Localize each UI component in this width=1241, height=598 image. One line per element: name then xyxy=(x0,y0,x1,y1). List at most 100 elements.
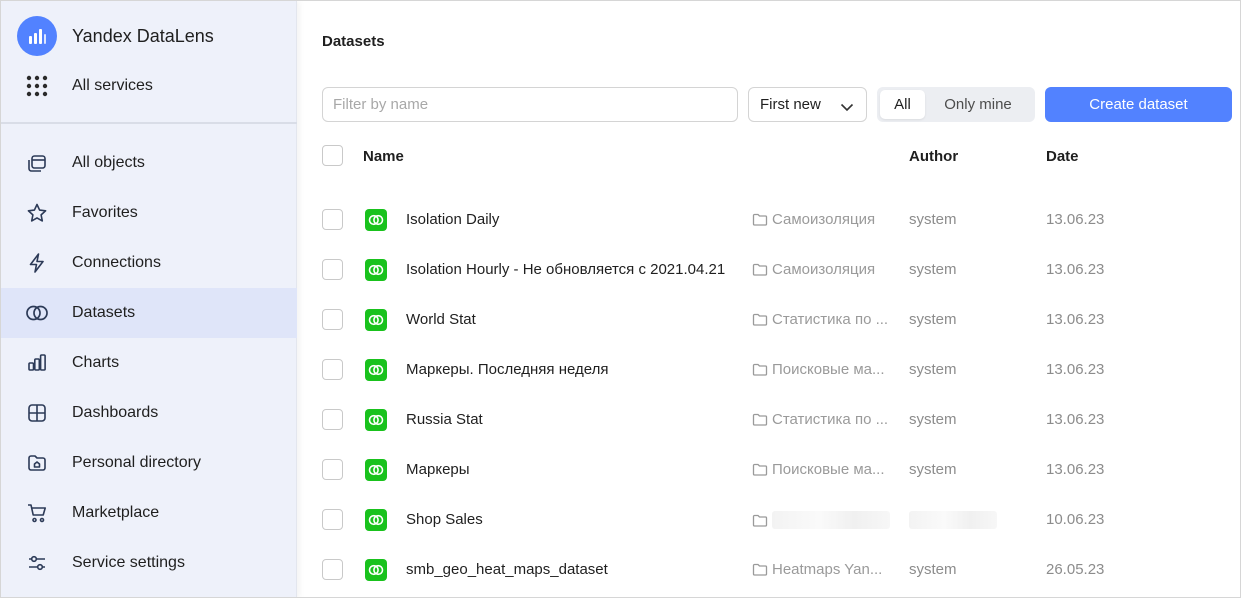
sidebar-item-label: Charts xyxy=(72,354,120,371)
author: system xyxy=(909,461,957,478)
folder-icon xyxy=(752,263,768,276)
dataset-name[interactable]: Shop Sales xyxy=(406,511,483,528)
folder-path[interactable] xyxy=(752,511,890,529)
datasets-table: Isolation Daily Самоизоляция system 13.0… xyxy=(297,195,1240,595)
sidebar-item-label: Dashboards xyxy=(72,404,159,421)
row-checkbox[interactable] xyxy=(322,259,343,280)
dataset-icon xyxy=(365,459,387,481)
brand[interactable]: Yandex DataLens xyxy=(17,16,214,56)
date: 13.06.23 xyxy=(1046,361,1105,378)
scope-only-mine-button[interactable]: Only mine xyxy=(925,90,1031,119)
sidebar-item-label: Personal directory xyxy=(72,454,201,471)
table-row[interactable]: Isolation Hourly - Не обновляется с 2021… xyxy=(297,245,1240,295)
star-icon xyxy=(23,199,51,227)
dataset-icon xyxy=(365,359,387,381)
folder-path[interactable]: Heatmaps Yan... xyxy=(752,561,890,578)
dataset-name[interactable]: smb_geo_heat_maps_dataset xyxy=(406,561,608,578)
dataset-icon xyxy=(365,509,387,531)
datasets-icon xyxy=(23,299,51,327)
dataset-name[interactable]: Маркеры. Последняя неделя xyxy=(406,361,609,378)
sidebar-nav: All objects Favorites Connections Datase… xyxy=(1,138,297,588)
table-row[interactable]: Isolation Daily Самоизоляция system 13.0… xyxy=(297,195,1240,245)
folder-icon xyxy=(752,413,768,426)
folder-icon xyxy=(752,213,768,226)
sidebar-item-all-objects[interactable]: All objects xyxy=(1,138,297,188)
date: 13.06.23 xyxy=(1046,411,1105,428)
column-header-name[interactable]: Name xyxy=(363,148,404,165)
folder-name: Статистика по ... xyxy=(772,311,889,328)
folder-path[interactable]: Статистика по ... xyxy=(752,411,890,428)
sidebar-item-label: Favorites xyxy=(72,204,138,221)
folder-path[interactable]: Поисковые ма... xyxy=(752,361,890,378)
author: system xyxy=(909,411,957,428)
create-dataset-button[interactable]: Create dataset xyxy=(1045,87,1232,122)
home-folder-icon xyxy=(23,449,51,477)
dataset-name[interactable]: Isolation Hourly - Не обновляется с 2021… xyxy=(406,261,725,278)
column-header-date[interactable]: Date xyxy=(1046,148,1079,165)
sliders-icon xyxy=(23,549,51,577)
all-services-button[interactable]: All services xyxy=(17,71,287,101)
sidebar-item-dashboards[interactable]: Dashboards xyxy=(1,388,297,438)
author: system xyxy=(909,311,957,328)
dataset-name[interactable]: Маркеры xyxy=(406,461,470,478)
author: system xyxy=(909,261,957,278)
sidebar-item-personal-directory[interactable]: Personal directory xyxy=(1,438,297,488)
row-checkbox[interactable] xyxy=(322,559,343,580)
scope-all-button[interactable]: All xyxy=(880,90,925,119)
sidebar-item-label: Service settings xyxy=(72,554,185,571)
sidebar: Yandex DataLens All services All objects… xyxy=(1,1,297,597)
table-row[interactable]: Маркеры Поисковые ма... system 13.06.23 xyxy=(297,445,1240,495)
sidebar-item-label: Connections xyxy=(72,254,161,271)
dataset-name[interactable]: Russia Stat xyxy=(406,411,483,428)
select-all-checkbox[interactable] xyxy=(322,145,343,166)
sidebar-item-favorites[interactable]: Favorites xyxy=(1,188,297,238)
sidebar-divider xyxy=(1,122,297,124)
folder-name: Поисковые ма... xyxy=(772,461,885,478)
folder-path[interactable]: Поисковые ма... xyxy=(752,461,890,478)
sort-select-value: First new xyxy=(760,96,821,113)
row-checkbox[interactable] xyxy=(322,209,343,230)
folder-name: Поисковые ма... xyxy=(772,361,885,378)
folder-icon xyxy=(752,363,768,376)
dataset-icon xyxy=(365,259,387,281)
sidebar-item-marketplace[interactable]: Marketplace xyxy=(1,488,297,538)
sidebar-item-charts[interactable]: Charts xyxy=(1,338,297,388)
table-row[interactable]: Shop Sales 10.06.23 xyxy=(297,495,1240,545)
dataset-name[interactable]: World Stat xyxy=(406,311,476,328)
row-checkbox[interactable] xyxy=(322,309,343,330)
column-header-author[interactable]: Author xyxy=(909,148,958,165)
dataset-icon xyxy=(365,209,387,231)
folder-icon xyxy=(752,563,768,576)
folder-path[interactable]: Самоизоляция xyxy=(752,261,890,278)
stack-icon xyxy=(23,149,51,177)
grid-dots-icon xyxy=(17,75,57,97)
table-row[interactable]: World Stat Статистика по ... system 13.0… xyxy=(297,295,1240,345)
row-checkbox[interactable] xyxy=(322,359,343,380)
page-title: Datasets xyxy=(322,33,385,50)
folder-icon xyxy=(752,313,768,326)
date: 13.06.23 xyxy=(1046,311,1105,328)
sort-select[interactable]: First new xyxy=(748,87,867,122)
table-row[interactable]: Маркеры. Последняя неделя Поисковые ма..… xyxy=(297,345,1240,395)
row-checkbox[interactable] xyxy=(322,409,343,430)
dataset-icon xyxy=(365,309,387,331)
table-row[interactable]: smb_geo_heat_maps_dataset Heatmaps Yan..… xyxy=(297,545,1240,595)
folder-path[interactable]: Статистика по ... xyxy=(752,311,890,328)
folder-path[interactable]: Самоизоляция xyxy=(752,211,890,228)
filter-input[interactable] xyxy=(322,87,738,122)
chevron-down-icon xyxy=(840,99,854,116)
date: 13.06.23 xyxy=(1046,261,1105,278)
chart-icon xyxy=(23,349,51,377)
sidebar-item-datasets[interactable]: Datasets xyxy=(1,288,297,338)
main-content: Datasets First new All Only mine Create … xyxy=(297,1,1240,597)
author: system xyxy=(909,361,957,378)
dashboard-icon xyxy=(23,399,51,427)
row-checkbox[interactable] xyxy=(322,459,343,480)
sidebar-item-connections[interactable]: Connections xyxy=(1,238,297,288)
sidebar-item-service-settings[interactable]: Service settings xyxy=(1,538,297,588)
cart-icon xyxy=(23,499,51,527)
dataset-name[interactable]: Isolation Daily xyxy=(406,211,499,228)
table-row[interactable]: Russia Stat Статистика по ... system 13.… xyxy=(297,395,1240,445)
row-checkbox[interactable] xyxy=(322,509,343,530)
sidebar-item-label: All objects xyxy=(72,154,145,171)
